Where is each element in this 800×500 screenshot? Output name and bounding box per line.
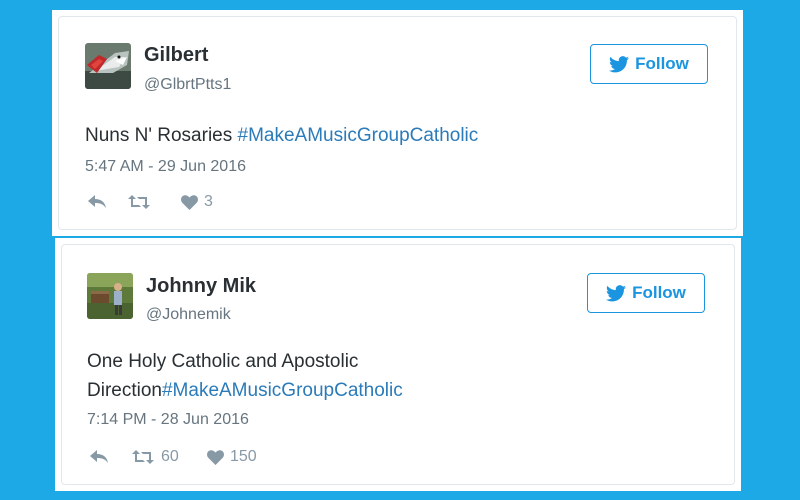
retweet-count: 60 (161, 448, 179, 465)
like-count: 150 (230, 448, 257, 465)
follow-label: Follow (632, 283, 686, 302)
tweet-card-2: Johnny Mik @Johnemik Follow One Holy Cat… (61, 244, 735, 485)
like-count: 3 (204, 193, 213, 210)
retweet-button[interactable]: 60 (131, 448, 207, 466)
user-handle[interactable]: @GlbrtPtts1 (144, 76, 231, 94)
tweet-text: Nuns N' Rosaries #MakeAMusicGroupCatholi… (85, 121, 705, 150)
shark-avatar-icon (85, 43, 131, 89)
tweet-text-line: Nuns N' Rosaries (85, 125, 238, 146)
tweet-text-line-1: One Holy Catholic and Apostolic (87, 347, 707, 376)
tweet-timestamp[interactable]: 7:14 PM - 28 Jun 2016 (87, 411, 249, 429)
twitter-bird-icon (606, 284, 627, 301)
tweet-panel-2: Johnny Mik @Johnemik Follow One Holy Cat… (55, 238, 741, 491)
avatar[interactable] (87, 273, 133, 319)
hashtag-link[interactable]: #MakeAMusicGroupCatholic (238, 125, 479, 146)
user-name[interactable]: Johnny Mik (146, 275, 256, 298)
user-handle[interactable]: @Johnemik (146, 306, 231, 324)
tweet-card-1: Gilbert @GlbrtPtts1 Follow Nuns N' Rosar… (58, 16, 737, 230)
tweet-timestamp[interactable]: 5:47 AM - 29 Jun 2016 (85, 158, 246, 176)
outdoor-person-avatar-icon (87, 273, 133, 319)
reply-button[interactable] (87, 194, 127, 210)
like-button[interactable]: 3 (181, 193, 213, 211)
reply-button[interactable] (89, 449, 131, 465)
heart-icon (207, 449, 224, 465)
retweet-button[interactable] (127, 194, 181, 210)
heart-icon (181, 194, 198, 210)
tweet-text-line-2: Direction#MakeAMusicGroupCatholic (87, 376, 707, 405)
like-button[interactable]: 150 (207, 448, 257, 466)
tweet-actions: 60 150 (89, 448, 257, 466)
twitter-bird-icon (609, 55, 630, 72)
follow-button[interactable]: Follow (590, 44, 708, 84)
reply-icon (90, 450, 108, 463)
follow-button[interactable]: Follow (587, 273, 705, 313)
hashtag-link[interactable]: #MakeAMusicGroupCatholic (162, 380, 403, 401)
follow-label: Follow (635, 54, 689, 73)
retweet-icon (132, 450, 154, 464)
tweet-text-line: Direction (87, 380, 162, 401)
tweet-text-line: One Holy Catholic and Apostolic (87, 351, 359, 372)
reply-icon (88, 195, 106, 208)
user-name[interactable]: Gilbert (144, 44, 208, 67)
retweet-icon (128, 195, 150, 209)
tweet-actions: 3 (87, 193, 213, 211)
tweet-panel-1: Gilbert @GlbrtPtts1 Follow Nuns N' Rosar… (52, 10, 743, 236)
avatar[interactable] (85, 43, 131, 89)
tweet-text: One Holy Catholic and Apostolic Directio… (87, 347, 707, 405)
